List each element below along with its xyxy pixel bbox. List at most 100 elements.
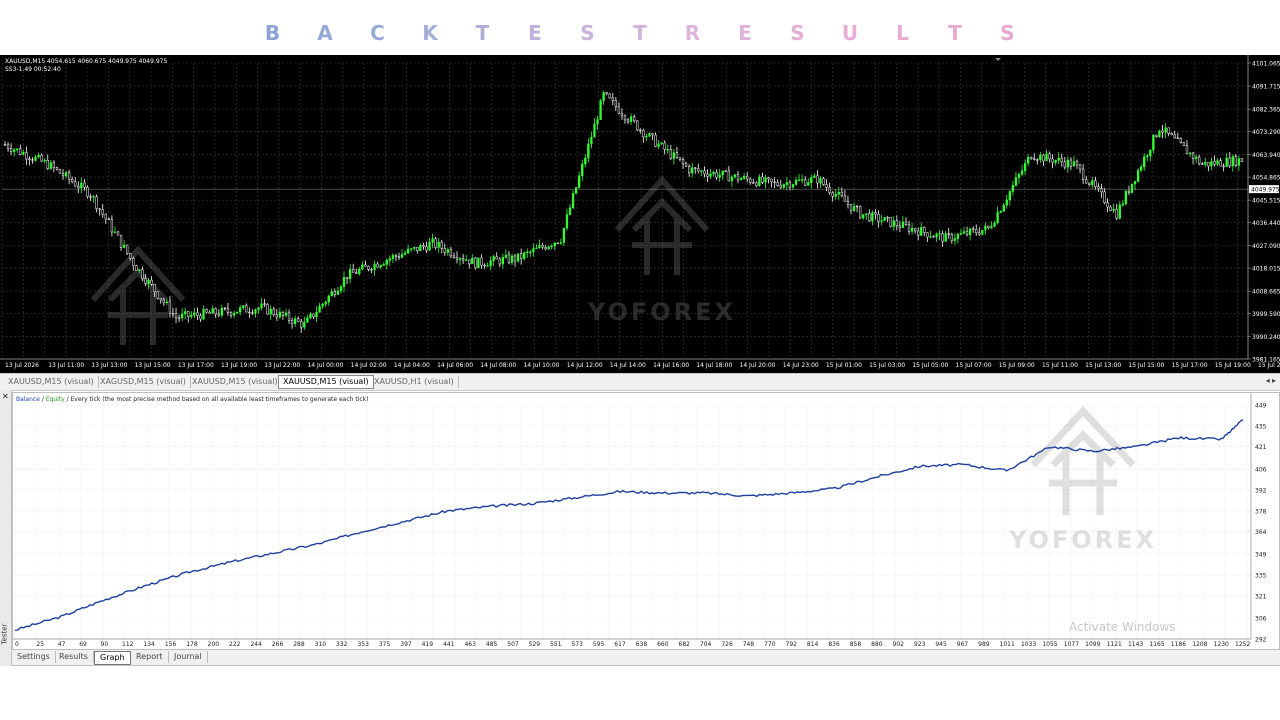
graph-y-label: 335 [1255,572,1267,579]
candle-body [1185,145,1189,155]
graph-x-label: 1055 [1042,641,1057,648]
time-axis-label: 14 Jul 02:00 [351,362,387,369]
graph-grid [14,404,1251,640]
candle-body [1222,165,1225,168]
chart-tab[interactable]: XAUUSD,M15 (visual) [4,376,99,388]
candle-body [104,213,107,220]
candle-body [1191,152,1195,159]
candle-body [1173,134,1176,139]
candle-body [336,290,340,295]
chart-tab[interactable]: XAUUSD,M15 (visual) [188,376,283,388]
candle-body [352,269,355,273]
candle-body [312,313,315,318]
candle-body [1140,166,1143,171]
chart-tab[interactable]: XAUUSD,H1 (visual) [370,376,459,388]
graph-x-label: 595 [593,641,605,648]
candle-body [303,322,306,328]
tab-report[interactable]: Report [131,651,169,663]
tab-results[interactable]: Results [54,651,94,663]
graph-x-label: 551 [550,641,562,648]
graph-x-label: 529 [529,641,541,648]
title-letter: E [528,21,542,45]
legend-description: / Every tick (the most precise method ba… [64,396,369,403]
time-axis-label: 13 Jul 11:00 [48,362,84,369]
candle-body [1234,156,1237,166]
candle-body [1020,170,1024,175]
candle-body [1088,182,1091,186]
candle-body [1213,161,1216,165]
candle-body [633,116,636,122]
tab-journal[interactable]: Journal [169,651,208,663]
candle-body [584,157,587,165]
candle-body [782,184,785,188]
graph-x-label: 792 [786,641,798,648]
graph-x-label: 200 [208,641,220,648]
candle-body [691,167,694,174]
candle-body [770,178,773,183]
equity-graph[interactable]: YOFOREX 449 435 421 406 392 378 364 349 335 321 306… [12,392,1280,650]
close-icon[interactable]: ✕ [2,392,9,401]
graph-x-label: 0 [15,641,19,648]
tab-settings[interactable]: Settings [12,651,56,663]
candle-body [889,217,892,227]
candle-body [550,245,553,248]
graph-x-label: 1208 [1192,641,1207,648]
candle-body [49,162,52,169]
candle-body [208,311,211,314]
candle-body [64,172,68,177]
candle-body [730,176,734,182]
time-axis-label: 13 Jul 19:00 [221,362,257,369]
chart-symbol-header: XAUUSD,M15 4054.615 4060.675 4049.975 40… [5,58,168,65]
time-axis-label: 14 Jul 10:00 [523,362,559,369]
period-separator-icon [995,58,1001,61]
candle-body [52,162,56,168]
candle-body [1228,157,1231,167]
candle-body [119,234,123,248]
graph-x-label: 1143 [1128,641,1143,648]
chart-tab[interactable]: XAGUSD,M15 (visual) [96,376,191,388]
candle-body [950,233,953,241]
candle-body [492,256,495,261]
graph-y-label: 406 [1255,467,1267,474]
candle-body [623,115,627,121]
candle-body [410,248,413,250]
candle-body [611,97,614,101]
candle-body [837,191,840,195]
yoforex-watermark-icon: YOFOREX [1008,405,1154,554]
tab-scroll-arrows-icon[interactable]: ◂ ▸ [1266,376,1276,385]
price-chart[interactable]: YOFOREX 4049.975 4101.065 4091.715 4082.365 4… [0,55,1280,373]
time-axis-label: 14 Jul 14:00 [610,362,646,369]
candle-body [28,158,31,160]
chart-tab[interactable]: XAUUSD,M15 (visual) [278,375,374,389]
candle-body [34,156,37,161]
candle-body [400,254,404,258]
time-axis-label: 14 Jul 00:00 [307,362,343,369]
graph-x-label: 419 [422,641,434,648]
candle-body [672,152,676,159]
candle-body [1158,130,1161,137]
candle-body [413,246,416,249]
price-candles [3,90,1244,333]
graph-y-label: 435 [1255,423,1267,430]
candle-body [785,182,789,185]
candle-body [675,152,679,158]
candle-body [807,182,810,186]
graph-x-label: 310 [315,641,327,648]
tab-graph[interactable]: Graph [94,651,131,665]
candle-body [43,160,46,162]
candle-body [804,179,807,186]
graph-x-label: 660 [657,641,669,648]
candle-body [403,252,407,255]
candle-body [654,134,657,147]
candle-body [324,301,327,305]
candle-body [1017,173,1021,178]
candle-body [1115,208,1118,219]
candle-body [287,312,291,321]
candle-body [962,231,966,234]
candle-body [999,211,1002,213]
candle-body [706,173,709,177]
candle-body [1106,202,1109,208]
candle-body [498,258,501,265]
candle-body [684,163,688,167]
candle-body [297,318,300,322]
